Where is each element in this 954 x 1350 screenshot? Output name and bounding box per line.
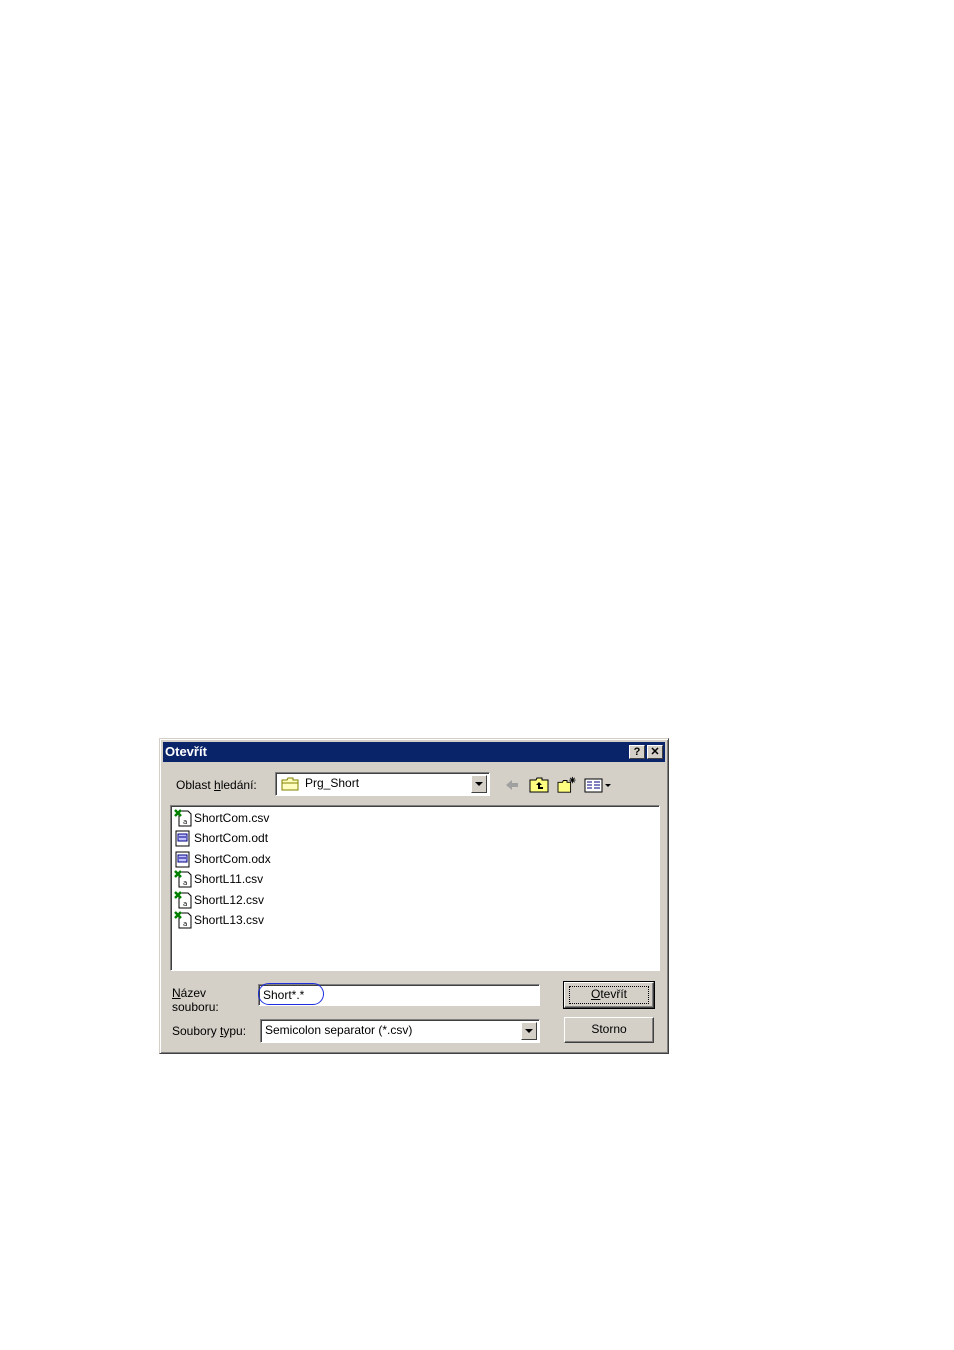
focus-rect [569,986,649,1004]
help-button[interactable]: ? [629,745,645,759]
filename-value: Short*.* [263,988,305,1002]
excel-csv-icon: a [174,870,192,888]
svg-text:a: a [183,818,187,826]
up-folder-icon[interactable] [529,776,549,794]
lookin-combo[interactable]: Prg_Short [275,772,490,796]
dialog-title: Otevřít [165,744,207,759]
back-arrow-icon[interactable] [503,776,521,794]
folder-icon [281,777,299,791]
cancel-button[interactable]: Storno [564,1017,654,1043]
file-list[interactable]: a ShortCom.csv ShortCom.odt ShortCom.odx [170,805,660,971]
list-item[interactable]: a ShortCom.csv [174,808,374,827]
file-name: ShortCom.odt [194,831,269,845]
filename-label: Název souboru: [172,986,219,1014]
filename-label-accel: N [172,986,181,1000]
list-item[interactable]: a ShortL11.csv [174,869,374,888]
lookin-dropdown-button[interactable] [471,775,487,793]
svg-text:a: a [183,920,187,928]
filetype-value: Semicolon separator (*.csv) [265,1023,413,1037]
file-name: ShortCom.odx [194,852,271,866]
lookin-label: Oblast hledání: [176,778,257,792]
filename-label-line1: ázev [180,986,207,1000]
lookin-label-accel: h [214,778,221,792]
close-button[interactable]: ✕ [647,745,663,759]
list-item[interactable]: ShortCom.odt [174,828,374,847]
lookin-label-pre: Oblast [176,778,215,792]
list-item[interactable]: ShortCom.odx [174,849,374,868]
lookin-value: Prg_Short [305,776,360,790]
open-file-dialog: Otevřít ? ✕ Oblast hledání: Prg_Short a … [159,738,669,1054]
open-button[interactable]: Otevřít [563,981,655,1009]
file-name: ShortL13.csv [194,913,265,927]
document-icon [175,830,190,847]
excel-csv-icon: a [174,809,192,827]
lookin-label-post: ledání: [220,778,257,792]
filetype-combo[interactable]: Semicolon separator (*.csv) [260,1019,540,1043]
file-name: ShortL12.csv [194,893,265,907]
list-item[interactable]: a ShortL12.csv [174,890,374,909]
svg-text:a: a [183,900,187,908]
title-bar[interactable]: Otevřít ? ✕ [163,742,665,762]
file-name: ShortCom.csv [194,811,270,825]
filetype-dropdown-button[interactable] [521,1022,537,1040]
excel-csv-icon: a [174,911,192,929]
filetype-label-post: ypu: [223,1024,247,1038]
excel-csv-icon: a [174,891,192,909]
svg-text:a: a [183,879,187,887]
document-icon [175,851,190,868]
new-folder-icon[interactable] [556,776,578,794]
view-menu-icon[interactable] [584,776,614,794]
filename-input[interactable]: Short*.* [258,983,540,1006]
file-name: ShortL11.csv [194,872,264,886]
filetype-label-pre: Soubory [172,1024,221,1038]
filetype-label: Soubory typu: [172,1024,246,1038]
list-item[interactable]: a ShortL13.csv [174,910,374,929]
filename-label-line2: souboru: [172,1000,219,1014]
